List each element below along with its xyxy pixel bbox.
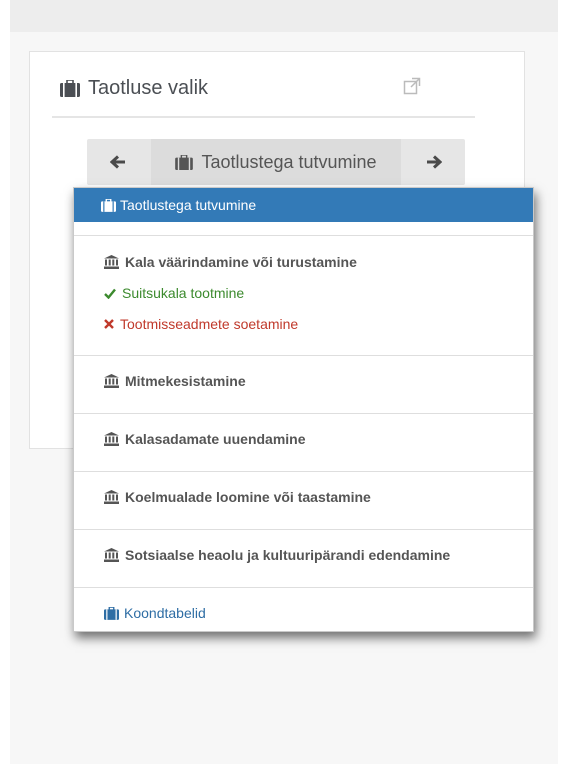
dropdown-item-label: Taotlustega tutvumine (120, 197, 257, 213)
dropdown-group-sotsiaalse-heaolu[interactable]: Sotsiaalse heaolu ja kultuuripärandi ede… (104, 547, 450, 563)
dropdown-group-label: Sotsiaalse heaolu ja kultuuripärandi ede… (125, 547, 451, 563)
times-icon (104, 319, 114, 329)
current-step-dropdown-toggle[interactable]: Taotlustega tutvumine (151, 139, 401, 185)
dropdown-group-mitmekesistamine[interactable]: Mitmekesistamine (104, 373, 246, 389)
institution-icon (104, 374, 119, 388)
step-dropdown-menu: Taotlustega tutvumine Kala väärindamine … (73, 187, 534, 632)
dropdown-subitem-label: Tootmisseadmete soetamine (120, 316, 299, 332)
dropdown-group-label: Kala väärindamine või turustamine (125, 254, 357, 270)
menu-divider (74, 587, 533, 588)
step-navigator: Taotlustega tutvumine (87, 139, 465, 185)
panel-header: Taotluse valik (60, 74, 208, 102)
panel-divider (52, 116, 475, 118)
menu-divider (74, 235, 533, 236)
institution-icon (104, 432, 119, 446)
dropdown-subitem-suitsukala[interactable]: Suitsukala tootmine (104, 285, 244, 301)
dropdown-subitem-tootmisseadmete[interactable]: Tootmisseadmete soetamine (104, 316, 298, 332)
dropdown-group-koelmualade[interactable]: Koelmualade loomine või taastamine (104, 489, 371, 505)
briefcase-icon (101, 198, 116, 212)
dropdown-item-label: Koondtabelid (124, 605, 206, 621)
menu-divider (74, 471, 533, 472)
check-icon (104, 288, 116, 299)
dropdown-group-label: Koelmualade loomine või taastamine (125, 489, 371, 505)
current-step-label: Taotlustega tutvumine (201, 151, 377, 172)
menu-divider (74, 413, 533, 414)
arrow-right-icon (426, 155, 442, 169)
dropdown-group-label: Kalasadamate uuendamine (125, 431, 306, 447)
institution-icon (104, 255, 119, 269)
dropdown-item-koondtabelid[interactable]: Koondtabelid (104, 605, 206, 621)
briefcase-icon (104, 606, 119, 620)
menu-divider (74, 529, 533, 530)
dropdown-group-kala-vaarindamine[interactable]: Kala väärindamine või turustamine (104, 254, 357, 270)
next-step-button[interactable] (403, 139, 465, 185)
external-link-icon[interactable] (403, 77, 423, 97)
dropdown-item-active[interactable]: Taotlustega tutvumine (74, 188, 533, 222)
dropdown-group-kalasadamate[interactable]: Kalasadamate uuendamine (104, 431, 306, 447)
panel-title: Taotluse valik (88, 76, 209, 99)
briefcase-icon (175, 154, 194, 170)
top-bar (10, 0, 558, 32)
institution-icon (104, 548, 119, 562)
dropdown-group-label: Mitmekesistamine (125, 373, 246, 389)
previous-step-button[interactable] (87, 139, 149, 185)
menu-divider (74, 355, 533, 356)
briefcase-icon (60, 79, 80, 97)
dropdown-subitem-label: Suitsukala tootmine (122, 285, 245, 301)
arrow-left-icon (110, 155, 126, 169)
institution-icon (104, 490, 119, 504)
